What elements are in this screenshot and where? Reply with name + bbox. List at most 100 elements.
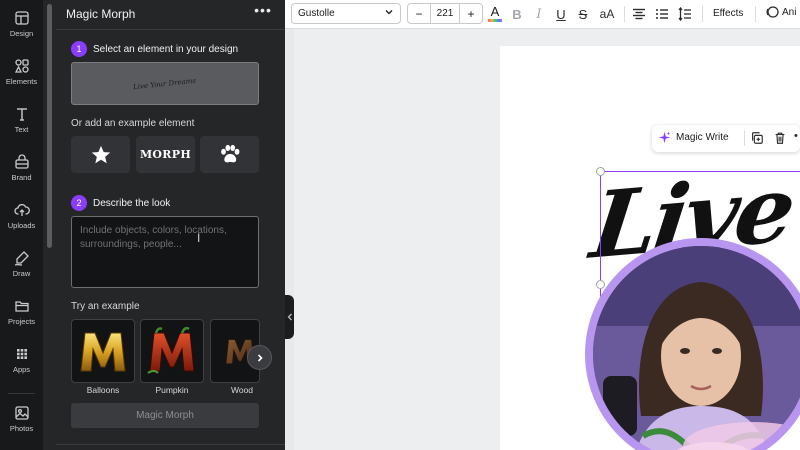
chevron-left-icon (287, 313, 292, 321)
presenter-video (593, 246, 800, 450)
bold-button[interactable]: B (507, 4, 527, 24)
pumpkin-letter-image (147, 326, 195, 374)
shapes-icon (14, 59, 29, 73)
cloud-upload-icon (13, 203, 30, 216)
example-label: Pumpkin (155, 385, 189, 395)
example-label: Balloons (86, 385, 120, 395)
text-color-letter: A (491, 5, 500, 19)
chevron-down-icon (385, 10, 393, 15)
animate-icon (766, 6, 779, 18)
example-label: Wood (230, 385, 254, 395)
floating-toolbar: Magic Write • (652, 125, 800, 152)
more-options-icon[interactable]: ••• (254, 3, 272, 20)
resize-handle-left[interactable] (596, 280, 605, 289)
animate-label: Ani (782, 6, 797, 18)
increase-font-size-button[interactable]: + (460, 4, 482, 23)
rail-divider (8, 393, 35, 394)
effects-button[interactable]: Effects (713, 8, 743, 19)
line-spacing-icon (678, 7, 691, 21)
sidebar-item-label: Apps (12, 365, 31, 374)
duplicate-icon[interactable] (750, 131, 764, 150)
italic-button[interactable]: I (529, 4, 549, 24)
next-examples-button[interactable] (247, 345, 272, 370)
example-balloons-thumbnail[interactable] (71, 319, 135, 383)
strikethrough-button[interactable]: S (573, 4, 593, 24)
example-morph-text-button[interactable]: MORPH (136, 136, 195, 173)
font-family-select[interactable]: Gustolle (291, 3, 401, 24)
step-label: Select an element in your design (93, 43, 239, 55)
left-rail: Design Elements Text Brand Uploads Draw … (0, 0, 43, 450)
step-2: 2 Describe the look (71, 195, 170, 211)
example-paw-button[interactable] (200, 136, 259, 173)
step-number: 2 (71, 195, 87, 211)
decrease-font-size-button[interactable]: − (408, 4, 430, 23)
try-example-label: Try an example (71, 301, 140, 312)
floating-toolbar-divider (744, 131, 745, 146)
panel-divider (56, 29, 285, 30)
sidebar-item-label: Brand (11, 173, 32, 182)
spacing-button[interactable] (675, 4, 695, 24)
animate-button[interactable]: Ani (765, 5, 796, 19)
more-icon[interactable]: • (794, 131, 798, 142)
example-element-label: Or add an example element (71, 118, 195, 129)
step-label: Describe the look (93, 197, 171, 209)
letter-case-button[interactable]: aA (596, 4, 618, 24)
sidebar-item-label: Projects (7, 317, 36, 326)
describe-look-textarea[interactable]: Include objects, colors, locations, surr… (71, 216, 259, 288)
text-cursor-icon: I (197, 231, 201, 245)
sidebar-item-label: Photos (9, 424, 34, 433)
pen-icon (14, 251, 29, 266)
align-center-icon (633, 8, 645, 20)
text-color-button[interactable]: A (485, 4, 505, 24)
collapse-panel-button[interactable] (285, 295, 294, 339)
example-star-button[interactable] (71, 136, 130, 173)
star-icon (91, 145, 110, 163)
toolbar-divider (755, 6, 756, 22)
sidebar-item-apps[interactable]: Apps (0, 338, 43, 384)
resize-handle-top-left[interactable] (596, 167, 605, 176)
chevron-right-icon (257, 353, 263, 362)
trash-icon[interactable] (773, 131, 787, 150)
image-icon (14, 406, 29, 420)
sidebar-item-draw[interactable]: Draw (0, 242, 43, 288)
selected-element-preview[interactable]: Live Your Dreams (71, 62, 259, 105)
sidebar-item-photos[interactable]: Photos (0, 397, 43, 443)
sidebar-item-label: Elements (5, 77, 38, 86)
sidebar-item-label: Uploads (7, 221, 36, 230)
magic-morph-panel: Magic Morph ••• 1 Select an element in y… (43, 0, 285, 450)
sidebar-item-elements[interactable]: Elements (0, 50, 43, 96)
underline-button[interactable]: U (551, 4, 571, 24)
sidebar-item-label: Design (9, 29, 34, 38)
magic-write-label: Magic Write (676, 132, 729, 143)
balloon-letter-image (80, 332, 126, 372)
bullet-list-icon (656, 9, 668, 19)
step-number: 1 (71, 41, 87, 57)
font-size-stepper: − 221 + (407, 3, 483, 24)
folder-icon (14, 301, 29, 312)
align-center-button[interactable] (629, 4, 649, 24)
top-toolbar: Gustolle − 221 + A B I U S aA Effects An… (285, 0, 800, 29)
toolbar-divider (624, 6, 625, 22)
selected-element-text: Live Your Dreams (133, 76, 197, 91)
sidebar-item-projects[interactable]: Projects (0, 290, 43, 336)
sidebar-item-text[interactable]: Text (0, 98, 43, 144)
font-size-input[interactable]: 221 (430, 4, 460, 23)
apps-grid-icon (16, 349, 27, 359)
sidebar-item-design[interactable]: Design (0, 2, 43, 48)
sidebar-item-brand[interactable]: Brand (0, 146, 43, 192)
step-1: 1 Select an element in your design (71, 41, 238, 57)
sidebar-item-label: Draw (12, 269, 31, 278)
font-name: Gustolle (298, 8, 335, 19)
layout-icon (14, 11, 29, 25)
sparkle-icon (658, 131, 671, 144)
brand-icon (14, 154, 29, 169)
paw-icon (220, 144, 239, 162)
list-button[interactable] (652, 4, 672, 24)
sidebar-item-uploads[interactable]: Uploads (0, 194, 43, 240)
panel-scrollbar[interactable] (47, 4, 52, 248)
presenter-image (593, 246, 800, 450)
magic-morph-button[interactable]: Magic Morph (71, 403, 259, 428)
magic-write-button[interactable]: Magic Write (658, 131, 729, 144)
text-color-icon: A (488, 5, 502, 22)
example-pumpkin-thumbnail[interactable] (140, 319, 204, 383)
